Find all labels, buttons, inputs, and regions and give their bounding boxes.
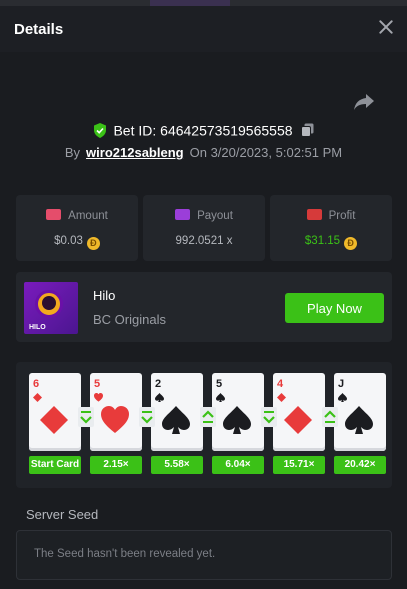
lower-arrow-icon — [78, 407, 94, 427]
shield-check-icon — [94, 122, 107, 138]
page-title: Details — [14, 21, 64, 38]
bet-id: Bet ID: 64642573519565558 — [113, 122, 293, 139]
server-seed-text: The Seed hasn't been revealed yet. — [34, 548, 216, 560]
server-seed-label: Server Seed — [26, 507, 99, 522]
card-multiplier: 20.42× — [334, 456, 386, 474]
spade-icon — [155, 393, 164, 402]
profit-stat: Profit $31.15 Ð — [270, 195, 392, 261]
coin-icon: Ð — [86, 237, 100, 250]
amount-stat: Amount $0.03 Ð — [16, 195, 138, 261]
payout-label: Payout — [197, 210, 233, 222]
playing-card: 4 — [273, 373, 325, 451]
diamond-icon — [33, 393, 42, 402]
details-header: Details — [0, 6, 407, 52]
card-rank: 5 — [94, 378, 101, 390]
diamond-suit-icon — [40, 406, 68, 434]
play-now-button[interactable]: Play Now — [285, 293, 384, 323]
diamond-suit-icon — [284, 406, 312, 434]
cards-history: 6 Start Card 5 2.15× 2 5.58× 5 6.04× 4 15.71× J 20.… — [16, 362, 392, 488]
lower-arrow-icon — [261, 407, 277, 427]
card-rank: 5 — [216, 378, 223, 390]
card-multiplier: Start Card — [29, 456, 81, 474]
spade-suit-icon — [345, 406, 373, 434]
coin-icon: Ð — [344, 237, 358, 250]
payout-stat: Payout 992.0521 x — [143, 195, 265, 261]
bet-date: 3/20/2023, 5:02:51 PM — [210, 145, 343, 160]
heart-suit-icon — [101, 406, 129, 433]
playing-card: 6 — [29, 373, 81, 451]
playing-card: 5 — [212, 373, 264, 451]
spade-icon — [338, 393, 347, 402]
card-multiplier: 2.15× — [90, 456, 142, 474]
card-icon — [175, 209, 191, 220]
playing-card: 2 — [151, 373, 203, 451]
amount-value: $0.03 — [54, 235, 83, 247]
stats-row: Amount $0.03 Ð Payout 992.0521 x Profit $… — [16, 195, 392, 261]
amount-label: Amount — [68, 210, 108, 222]
bet-meta-row: By wiro212sableng On 3/20/2023, 5:02:51 PM — [0, 145, 407, 160]
spade-icon — [216, 393, 225, 402]
wallet-coins-icon — [46, 209, 62, 220]
higher-arrow-icon — [200, 407, 216, 427]
heart-icon — [94, 393, 103, 402]
share-icon[interactable] — [353, 93, 375, 111]
on-label: On — [189, 145, 207, 160]
thumbnail-tag: HILO — [29, 324, 46, 331]
profit-label: Profit — [328, 210, 356, 222]
profit-value: $31.15 — [304, 235, 341, 247]
lower-arrow-icon — [139, 407, 155, 427]
game-name: Hilo — [93, 288, 116, 303]
bet-id-row: Bet ID: 64642573519565558 — [0, 121, 407, 138]
game-provider: BC Originals — [93, 312, 166, 327]
playing-card: 5 — [90, 373, 142, 451]
server-seed-box: The Seed hasn't been revealed yet. — [16, 530, 392, 580]
by-label: By — [64, 145, 81, 160]
card-rank: 2 — [155, 378, 162, 390]
card-multiplier: 5.58× — [151, 456, 203, 474]
game-card: HILO Hilo BC Originals Play Now — [16, 272, 392, 342]
payout-value: 992.0521 x — [175, 235, 233, 247]
card-multiplier: 6.04× — [212, 456, 264, 474]
username-link[interactable]: wiro212sableng — [86, 145, 184, 160]
game-thumbnail[interactable]: HILO — [24, 282, 78, 334]
higher-arrow-icon — [322, 407, 338, 427]
card-rank: 4 — [277, 378, 284, 390]
spade-suit-icon — [162, 406, 190, 434]
diamond-icon — [277, 393, 286, 402]
spade-suit-icon — [223, 406, 251, 434]
card-multiplier: 15.71× — [273, 456, 325, 474]
copy-icon[interactable] — [300, 123, 314, 138]
money-hand-icon — [306, 209, 322, 220]
close-icon[interactable] — [377, 18, 395, 36]
playing-card: J — [334, 373, 386, 451]
card-rank: 6 — [33, 378, 40, 390]
card-rank: J — [338, 378, 345, 390]
